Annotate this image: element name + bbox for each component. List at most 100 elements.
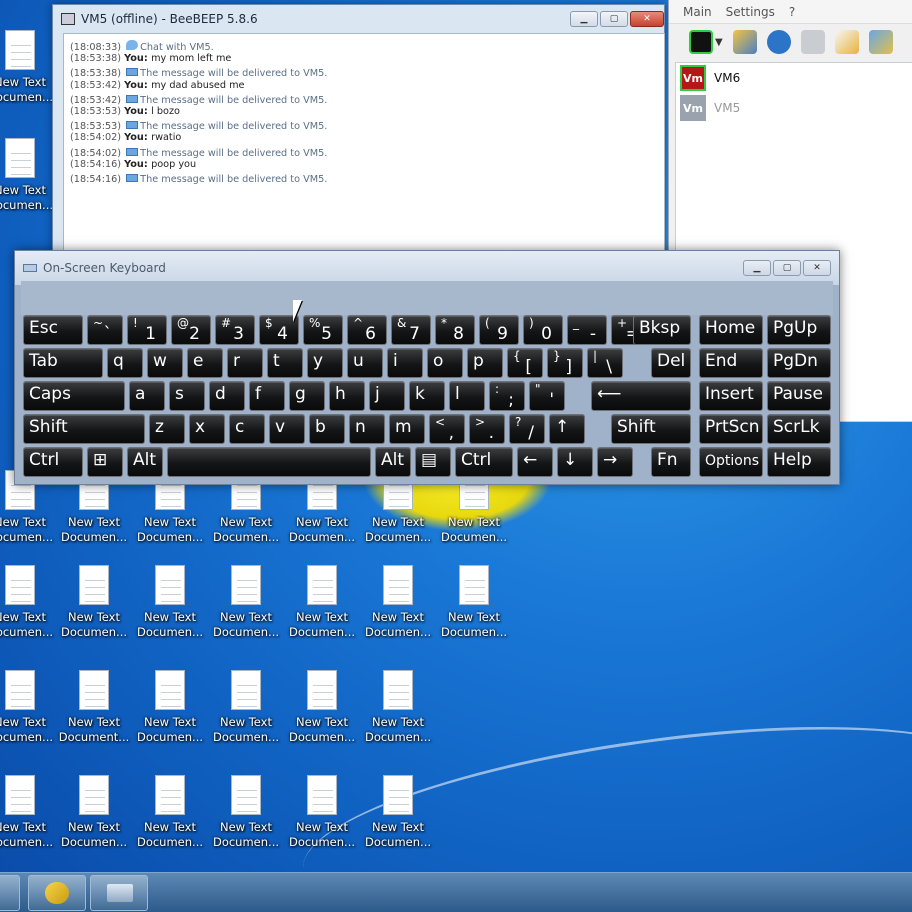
desktop-icon-new-text-document[interactable]: New TextDocumen... — [132, 775, 208, 855]
tools-icon[interactable] — [868, 30, 893, 54]
key-pgdn[interactable]: PgDn — [767, 348, 831, 378]
desktop-icon-new-text-document[interactable]: New TextDocumen... — [56, 775, 132, 855]
key-help[interactable]: Help — [767, 447, 831, 477]
key-n[interactable]: n — [349, 414, 385, 444]
key-fn[interactable]: Fn — [651, 447, 691, 477]
key-z[interactable]: z — [149, 414, 185, 444]
desktop-icon-new-text-document[interactable]: New TextDocumen... — [132, 670, 208, 750]
desktop-icon-new-text-document[interactable]: New TextDocumen... — [208, 670, 284, 750]
desktop-icon-new-text-document[interactable]: New TextDocumen... — [284, 775, 360, 855]
chat-titlebar[interactable]: VM5 (offline) - BeeBEEP 5.8.6 ▁ ▢ ✕ — [53, 5, 664, 33]
taskbar-osk-button[interactable] — [90, 875, 148, 911]
key-f[interactable]: f — [249, 381, 285, 411]
key-i[interactable]: i — [387, 348, 423, 378]
key-symbol[interactable]: ↓ — [557, 447, 593, 477]
osk-titlebar[interactable]: On-Screen Keyboard ▁ ▢ ✕ — [15, 251, 839, 285]
key-d[interactable]: d — [209, 381, 245, 411]
desktop-icon-new-text-document[interactable]: New TextDocumen... — [208, 565, 284, 645]
desktop-icon-new-text-document[interactable]: New TextDocumen... — [208, 775, 284, 855]
osk-maximize-button[interactable]: ▢ — [773, 260, 801, 276]
desktop-icon-new-text-document[interactable]: New TextDocumen... — [0, 565, 58, 645]
key-pgup[interactable]: PgUp — [767, 315, 831, 345]
key-l[interactable]: l — [449, 381, 485, 411]
taskbar-beebeep-button[interactable] — [28, 875, 86, 911]
key-scrlk[interactable]: ScrLk — [767, 414, 831, 444]
key-pause[interactable]: Pause — [767, 381, 831, 411]
key-shift[interactable]: Shift — [611, 414, 691, 444]
desktop-icon-new-text-document[interactable]: New TextDocumen... — [0, 775, 58, 855]
key-shift[interactable]: Shift — [23, 414, 145, 444]
desktop-icon-new-text-document[interactable]: New TextDocumen... — [436, 565, 512, 645]
home-icon[interactable] — [800, 30, 825, 54]
desktop-icon-new-text-document[interactable]: New TextDocumen... — [360, 775, 436, 855]
menu-main[interactable]: Main — [683, 5, 712, 19]
key-g[interactable]: g — [289, 381, 325, 411]
network-icon[interactable] — [766, 30, 791, 54]
key-symbol[interactable]: :; — [489, 381, 525, 411]
key-8[interactable]: * 8 — [435, 315, 475, 345]
start-button[interactable] — [0, 875, 20, 911]
key-2[interactable]: @2 — [171, 315, 211, 345]
desktop-icon-new-text-document[interactable]: New TextDocumen... — [284, 565, 360, 645]
desktop-icon-new-text-document[interactable]: New TextDocumen... — [284, 670, 360, 750]
desktop-icon-new-text-document[interactable]: New TextDocumen... — [0, 30, 58, 110]
chevron-down-icon[interactable]: ▼ — [715, 37, 723, 48]
key-7[interactable]: & 7 — [391, 315, 431, 345]
key-c[interactable]: c — [229, 414, 265, 444]
key-u[interactable]: u — [347, 348, 383, 378]
key-0[interactable]: ) 0 — [523, 315, 563, 345]
key-del[interactable]: Del — [651, 348, 691, 378]
key-p[interactable]: p — [467, 348, 503, 378]
key-symbol[interactable]: ⟵ — [591, 381, 691, 411]
key-r[interactable]: r — [227, 348, 263, 378]
key-home[interactable]: Home — [699, 315, 763, 345]
osk-minimize-button[interactable]: ▁ — [743, 260, 771, 276]
key-j[interactable]: j — [369, 381, 405, 411]
key-symbol[interactable]: ⊞ — [87, 447, 123, 477]
key-symbol[interactable]: <, — [429, 414, 465, 444]
key-ctrl[interactable]: Ctrl — [455, 447, 513, 477]
desktop-icon-new-text-document[interactable]: New TextDocumen... — [360, 670, 436, 750]
key-1[interactable]: ! 1 — [127, 315, 167, 345]
key-symbol[interactable]: ? / — [509, 414, 545, 444]
profile-icon[interactable] — [732, 30, 757, 54]
key-space[interactable] — [167, 447, 371, 477]
key-v[interactable]: v — [269, 414, 305, 444]
key-t[interactable]: t — [267, 348, 303, 378]
key-k[interactable]: k — [409, 381, 445, 411]
menu-help[interactable]: ? — [789, 5, 795, 19]
desktop-icon-new-text-document[interactable]: New TextDocumen... — [56, 565, 132, 645]
key-end[interactable]: End — [699, 348, 763, 378]
key-bksp[interactable]: Bksp — [633, 315, 691, 345]
key-w[interactable]: w — [147, 348, 183, 378]
close-button[interactable]: ✕ — [630, 11, 664, 27]
key-9[interactable]: (9 — [479, 315, 519, 345]
key-e[interactable]: e — [187, 348, 223, 378]
key-h[interactable]: h — [329, 381, 365, 411]
maximize-button[interactable]: ▢ — [600, 11, 628, 27]
desktop-icon-new-text-document[interactable]: New TextDocumen... — [132, 565, 208, 645]
key-options[interactable]: Options — [699, 447, 763, 477]
key-symbol[interactable]: ← — [517, 447, 553, 477]
key-esc[interactable]: Esc — [23, 315, 83, 345]
key-3[interactable]: #3 — [215, 315, 255, 345]
key-b[interactable]: b — [309, 414, 345, 444]
minimize-button[interactable]: ▁ — [570, 11, 598, 27]
key-x[interactable]: x — [189, 414, 225, 444]
chat-message-area[interactable]: (18:08:33) Chat with VM5. (18:53:38) You:… — [63, 33, 665, 263]
key-alt[interactable]: Alt — [127, 447, 163, 477]
key-alt[interactable]: Alt — [375, 447, 411, 477]
key-symbol[interactable]: _ - — [567, 315, 607, 345]
desktop-icon-new-text-document[interactable]: New TextDocumen... — [360, 565, 436, 645]
key-symbol[interactable]: ~ ` — [87, 315, 123, 345]
key-o[interactable]: o — [427, 348, 463, 378]
menu-settings[interactable]: Settings — [726, 5, 775, 19]
key-5[interactable]: % 5 — [303, 315, 343, 345]
key-ctrl[interactable]: Ctrl — [23, 447, 83, 477]
key-symbol[interactable]: " ' — [529, 381, 565, 411]
key-a[interactable]: a — [129, 381, 165, 411]
key-s[interactable]: s — [169, 381, 205, 411]
key-symbol[interactable]: {[ — [507, 348, 543, 378]
key-insert[interactable]: Insert — [699, 381, 763, 411]
key-symbol[interactable]: ↑ — [549, 414, 585, 444]
